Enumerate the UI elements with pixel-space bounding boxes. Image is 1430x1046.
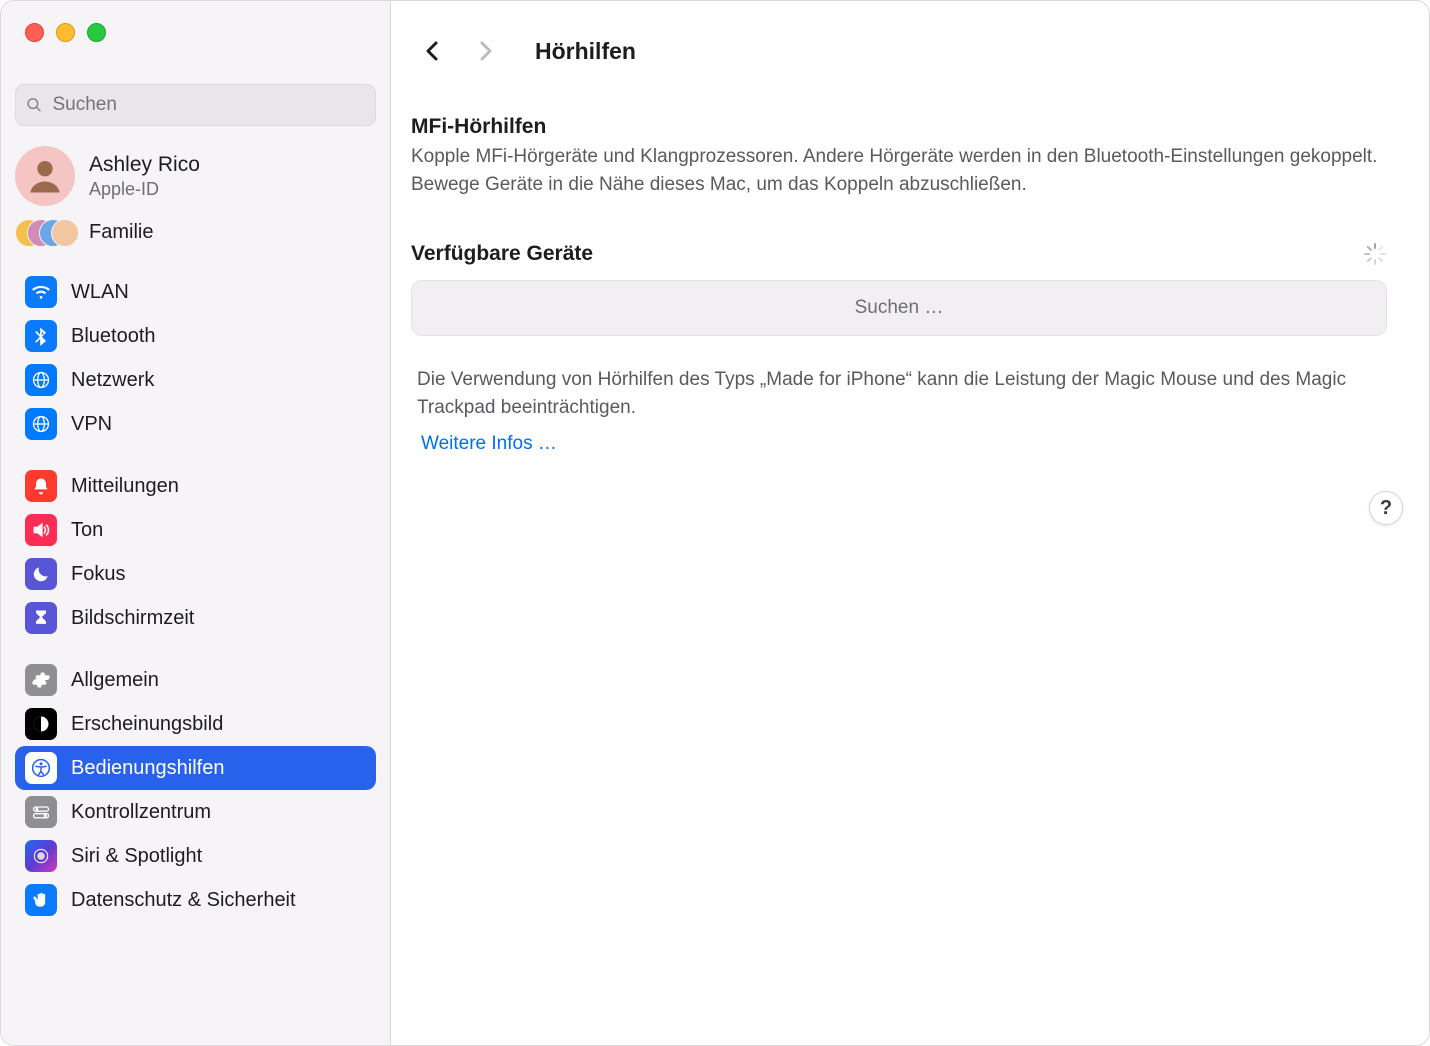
page-title: Hörhilfen	[535, 38, 636, 65]
family-label: Familie	[89, 221, 153, 244]
sidebar-item-label: Bluetooth	[71, 325, 156, 348]
available-devices-list: Suchen …	[411, 280, 1387, 336]
sidebar-item-siri[interactable]: Siri & Spotlight	[15, 834, 376, 878]
mfi-heading: MFi-Hörhilfen	[411, 115, 1387, 139]
sidebar-item-allgemein[interactable]: Allgemein	[15, 658, 376, 702]
minimize-window-button[interactable]	[56, 23, 75, 42]
more-info-link[interactable]: Weitere Infos …	[421, 433, 557, 455]
moon-icon	[25, 558, 57, 590]
sidebar-item-mitteilungen[interactable]: Mitteilungen	[15, 464, 376, 508]
sidebar-item-datenschutz[interactable]: Datenschutz & Sicherheit	[15, 878, 376, 922]
spinner-icon	[1363, 242, 1387, 266]
forward-button[interactable]	[473, 39, 497, 63]
family-avatars	[15, 214, 75, 250]
sidebar-item-ton[interactable]: Ton	[15, 508, 376, 552]
search-input[interactable]	[50, 93, 365, 117]
sidebar-item-label: Allgemein	[71, 669, 159, 692]
gear-icon	[25, 664, 57, 696]
sidebar-item-label: VPN	[71, 413, 112, 436]
sidebar-item-erscheinungsbild[interactable]: Erscheinungsbild	[15, 702, 376, 746]
family-row[interactable]: Familie	[1, 206, 390, 262]
globe-icon	[25, 408, 57, 440]
sidebar-item-label: Kontrollzentrum	[71, 801, 211, 824]
avatar	[15, 146, 75, 206]
sidebar-item-label: Mitteilungen	[71, 475, 179, 498]
sidebar-item-label: Fokus	[71, 563, 125, 586]
sidebar-item-label: Bildschirmzeit	[71, 607, 194, 630]
sidebar-list: WLAN Bluetooth Netzwerk VPN Mitteilungen Ton F…	[1, 262, 390, 948]
sidebar-item-wlan[interactable]: WLAN	[15, 270, 376, 314]
appearance-icon	[25, 708, 57, 740]
mfi-description: Kopple MFi-Hörgeräte und Klangprozessore…	[411, 143, 1387, 198]
help-label: ?	[1380, 497, 1392, 520]
sidebar-item-label: WLAN	[71, 281, 129, 304]
content-pane: Hörhilfen MFi-Hörhilfen Kopple MFi-Hörge…	[391, 1, 1429, 1045]
bluetooth-icon	[25, 320, 57, 352]
back-button[interactable]	[421, 39, 445, 63]
help-button[interactable]: ?	[1369, 491, 1403, 525]
searching-text: Suchen …	[855, 297, 944, 319]
sidebar-item-bluetooth[interactable]: Bluetooth	[15, 314, 376, 358]
bell-icon	[25, 470, 57, 502]
hand-icon	[25, 884, 57, 916]
search-icon	[26, 96, 42, 114]
content-header: Hörhilfen	[391, 1, 1429, 89]
sidebar-item-label: Netzwerk	[71, 369, 154, 392]
sidebar-item-bedienungshilfen[interactable]: Bedienungshilfen	[15, 746, 376, 790]
sidebar-item-label: Bedienungshilfen	[71, 757, 224, 780]
profile-name: Ashley Rico	[89, 152, 200, 178]
profile-subtitle: Apple-ID	[89, 178, 200, 201]
search-field[interactable]	[15, 84, 376, 126]
sidebar-item-netzwerk[interactable]: Netzwerk	[15, 358, 376, 402]
zoom-window-button[interactable]	[87, 23, 106, 42]
sidebar-item-label: Datenschutz & Sicherheit	[71, 889, 296, 912]
settings-window: Ashley Rico Apple-ID Familie WLAN Bluetoo…	[0, 0, 1430, 1046]
sidebar-item-bildschirmzeit[interactable]: Bildschirmzeit	[15, 596, 376, 640]
performance-note: Die Verwendung von Hörhilfen des Typs „M…	[411, 366, 1387, 421]
close-window-button[interactable]	[25, 23, 44, 42]
wifi-icon	[25, 276, 57, 308]
accessibility-icon	[25, 752, 57, 784]
siri-icon	[25, 840, 57, 872]
sidebar: Ashley Rico Apple-ID Familie WLAN Bluetoo…	[1, 1, 391, 1045]
switches-icon	[25, 796, 57, 828]
sidebar-item-vpn[interactable]: VPN	[15, 402, 376, 446]
sidebar-item-label: Ton	[71, 519, 103, 542]
sidebar-item-kontrollzentrum[interactable]: Kontrollzentrum	[15, 790, 376, 834]
apple-id-row[interactable]: Ashley Rico Apple-ID	[1, 132, 390, 206]
hourglass-icon	[25, 602, 57, 634]
sidebar-item-label: Siri & Spotlight	[71, 845, 202, 868]
sidebar-item-fokus[interactable]: Fokus	[15, 552, 376, 596]
sidebar-item-label: Erscheinungsbild	[71, 713, 223, 736]
globe-icon	[25, 364, 57, 396]
available-devices-heading: Verfügbare Geräte	[411, 242, 593, 266]
window-controls	[1, 1, 390, 42]
speaker-icon	[25, 514, 57, 546]
